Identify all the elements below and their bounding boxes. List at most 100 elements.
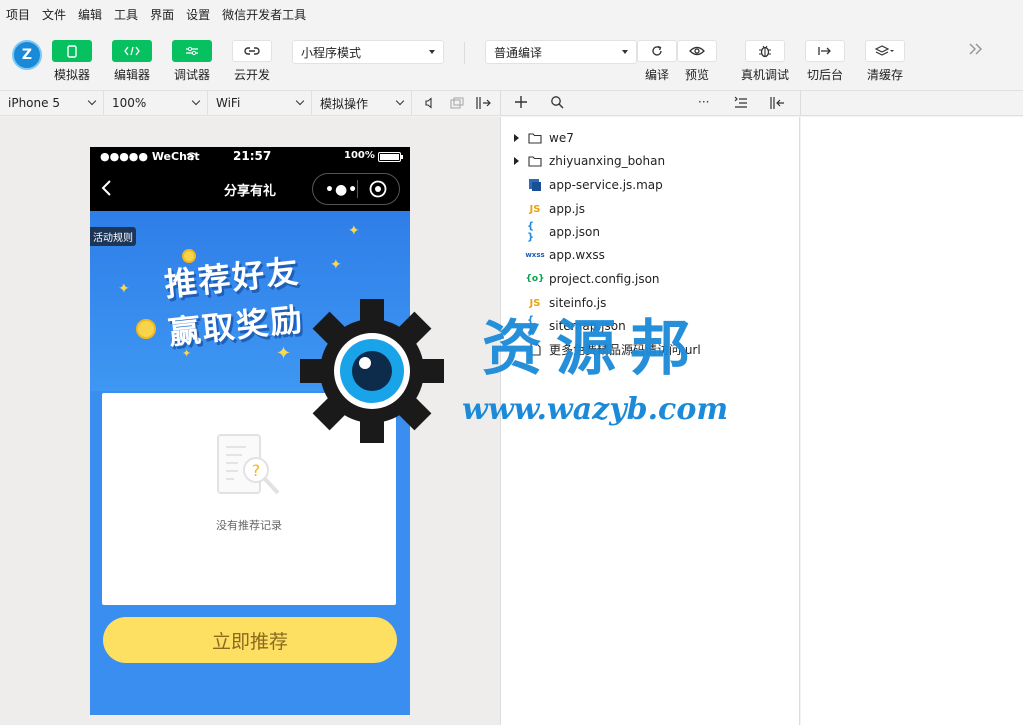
debugger-label: 调试器 (173, 68, 210, 82)
cloud-dev-button[interactable]: 云开发 (232, 40, 272, 83)
clear-cache-label: 清缓存 (866, 68, 903, 82)
toolbar-divider (464, 42, 465, 64)
sliders-icon (172, 40, 212, 62)
operation-select-value: 模拟操作 (320, 96, 369, 111)
menu-view[interactable]: 界面 (150, 6, 174, 23)
phone-screen: ●●●●● WeChat 21:57 100% 分享有礼 •●• 活动规则 ✦ … (90, 147, 410, 715)
chevron-down-icon (87, 96, 97, 106)
clock-text: 21:57 (233, 149, 272, 163)
file-name: app.js (549, 202, 585, 216)
generic-file-icon (527, 341, 543, 357)
tree-item-folder[interactable]: zhiyuanxing_bohan (501, 150, 801, 172)
arrow-right-bar-icon (805, 40, 845, 62)
tree-item-file[interactable]: { } app.json (501, 221, 801, 243)
code-icon (112, 40, 152, 62)
file-name: zhiyuanxing_bohan (549, 154, 666, 168)
capsule-divider (357, 180, 358, 198)
remote-debug-button[interactable]: 真机调试 (741, 40, 789, 83)
activity-rules-tag[interactable]: 活动规则 (90, 227, 136, 246)
cloud-dev-label: 云开发 (233, 68, 270, 82)
simulator-button[interactable]: 模拟器 (52, 40, 92, 83)
menu-file[interactable]: 文件 (42, 6, 66, 23)
tree-item-file[interactable]: {o} project.config.json (501, 268, 801, 290)
more-icon[interactable]: ··· (698, 95, 709, 109)
app-logo-icon: Z (12, 40, 42, 70)
phone-status-bar: ●●●●● WeChat 21:57 100% (90, 147, 410, 167)
tree-item-file[interactable]: 更多免费精品源码请访问.url (501, 338, 801, 360)
mode-select-value: 小程序模式 (301, 45, 362, 60)
menu-settings[interactable]: 设置 (186, 6, 210, 23)
star-icon: ✦ (276, 343, 292, 364)
more-dots-icon[interactable]: •●• (325, 182, 358, 198)
zoom-select-value: 100% (112, 96, 147, 110)
coin-icon (136, 319, 156, 339)
tree-item-file[interactable]: JS siteinfo.js (501, 292, 801, 314)
folder-icon (527, 153, 543, 169)
network-select[interactable]: WiFi (208, 91, 312, 115)
editor-panel (801, 117, 1023, 725)
battery-icon (378, 152, 404, 165)
editor-button[interactable]: 编辑器 (112, 40, 152, 83)
simulator-label: 模拟器 (53, 68, 90, 82)
star-icon: ✦ (348, 223, 360, 239)
file-name: app.json (549, 225, 600, 239)
bug-icon (745, 40, 785, 62)
mini-program-capsule: •●• (312, 173, 400, 205)
tree-item-file[interactable]: app-service.js.map (501, 174, 801, 196)
detach-window-icon[interactable] (476, 96, 492, 113)
empty-records-text: 没有推荐记录 (216, 519, 282, 532)
layers-icon (865, 40, 905, 62)
compile-button[interactable]: 编译 (637, 40, 677, 83)
preview-label: 预览 (684, 68, 709, 82)
js-file-icon: JS (529, 203, 541, 215)
caret-right-icon[interactable] (514, 157, 519, 165)
recommend-now-button[interactable]: 立即推荐 (103, 617, 397, 663)
caret-down-icon (622, 50, 628, 54)
config-file-icon: {o} (525, 274, 545, 284)
file-name: project.config.json (549, 272, 660, 286)
svg-text:?: ? (252, 461, 261, 480)
device-select-value: iPhone 5 (8, 96, 60, 110)
menu-devtools[interactable]: 微信开发者工具 (222, 6, 306, 23)
mode-select[interactable]: 小程序模式 (292, 40, 444, 64)
file-name: app.wxss (549, 248, 605, 262)
operation-select[interactable]: 模拟操作 (312, 91, 412, 115)
background-button[interactable]: 切后台 (805, 40, 845, 83)
volume-icon[interactable] (424, 97, 436, 112)
folder-icon (527, 130, 543, 146)
promo-banner: 活动规则 ✦ ✦ ✦ ✦ ✦ 推荐好友 赢取奖励 (90, 211, 410, 391)
toolbar: Z 模拟器 编辑器 调试器 云开发 小程序模式 普通编译 编译 预览 真机调试 … (0, 28, 1023, 90)
zoom-select[interactable]: 100% (104, 91, 208, 115)
search-icon[interactable] (550, 95, 564, 112)
tree-item-file[interactable]: { } sitemap.json (501, 315, 801, 337)
caret-down-icon (429, 50, 435, 54)
double-chevron-right-icon[interactable] (968, 42, 984, 59)
menu-project[interactable]: 项目 (6, 6, 30, 23)
close-circle-icon[interactable] (369, 180, 387, 201)
device-select[interactable]: iPhone 5 (0, 91, 104, 115)
refresh-icon (637, 40, 677, 62)
panel-divider (500, 91, 501, 115)
preview-button[interactable]: 预览 (677, 40, 717, 83)
caret-right-icon[interactable] (514, 134, 519, 142)
collapse-list-icon[interactable] (734, 96, 748, 111)
menu-edit[interactable]: 编辑 (78, 6, 102, 23)
tree-item-file[interactable]: JS app.js (501, 198, 801, 220)
compile-mode-select[interactable]: 普通编译 (485, 40, 637, 64)
menu-bar: 项目 文件 编辑 工具 界面 设置 微信开发者工具 (0, 0, 1023, 28)
tree-item-file[interactable]: wxss app.wxss (501, 244, 801, 266)
screenshot-icon[interactable] (450, 97, 464, 112)
clear-cache-button[interactable]: 清缓存 (865, 40, 905, 83)
chevron-down-icon (395, 96, 405, 106)
simulator-area: ●●●●● WeChat 21:57 100% 分享有礼 •●• 活动规则 ✦ … (0, 117, 500, 725)
star-icon: ✦ (330, 257, 342, 273)
eye-icon (677, 40, 717, 62)
tree-item-folder[interactable]: we7 (501, 127, 801, 149)
debugger-button[interactable]: 调试器 (172, 40, 212, 83)
map-file-icon (527, 177, 543, 193)
records-card: ? 没有推荐记录 (102, 393, 396, 605)
menu-tools[interactable]: 工具 (114, 6, 138, 23)
empty-document-search-icon: ? (216, 433, 284, 502)
add-file-icon[interactable] (514, 95, 528, 112)
split-panel-icon[interactable] (770, 96, 786, 113)
